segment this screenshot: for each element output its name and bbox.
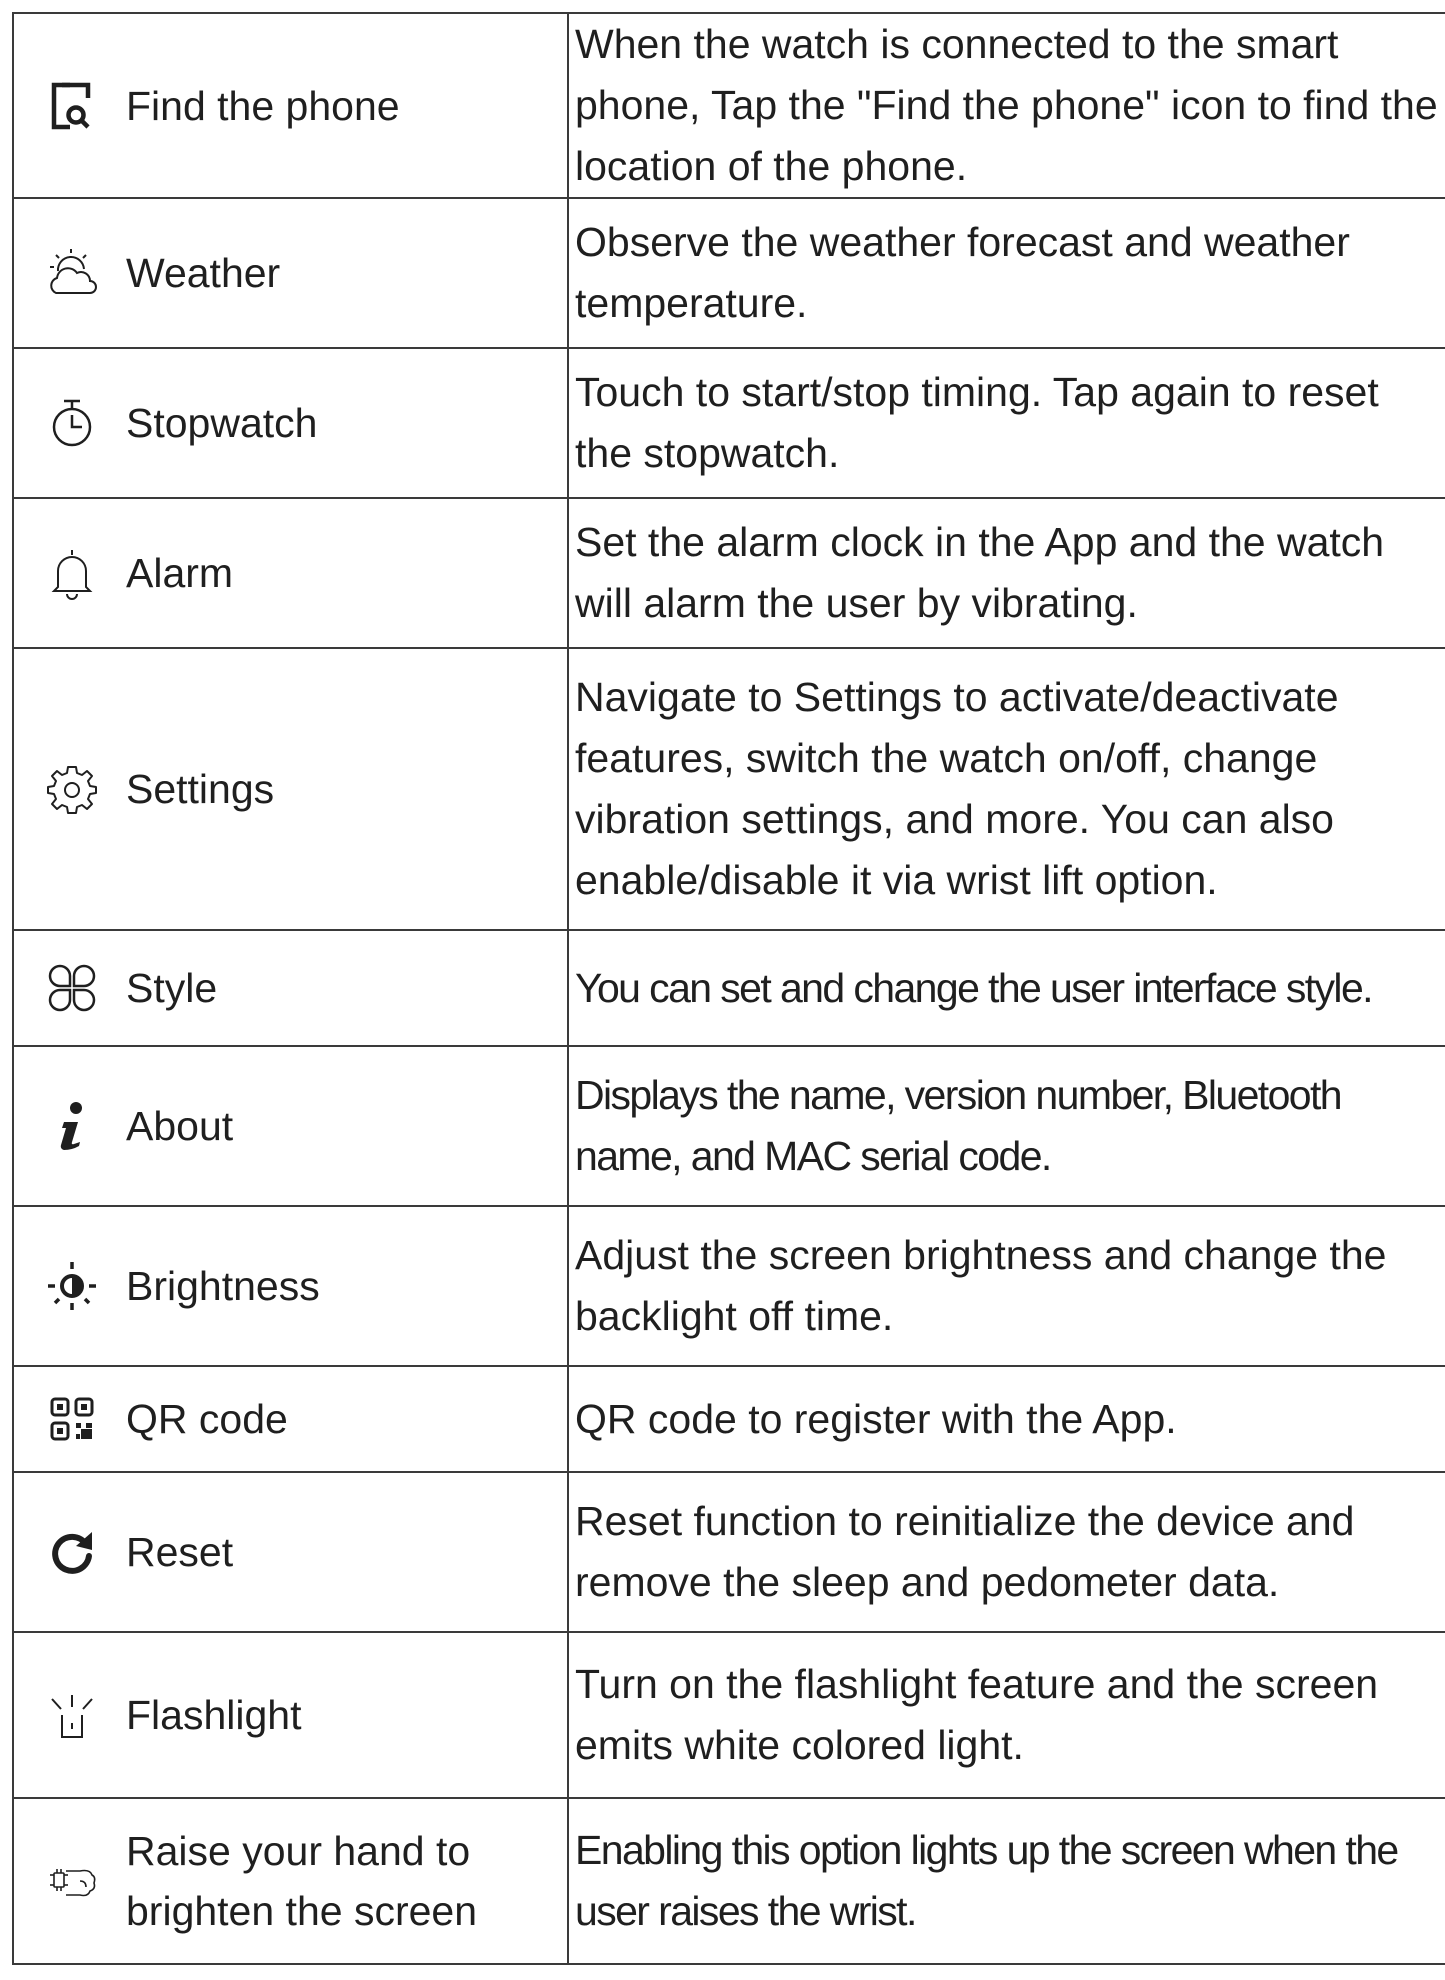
- qr-code-icon: [40, 1387, 104, 1451]
- feature-cell: QR code: [12, 1365, 569, 1473]
- feature-name: Weather: [126, 250, 281, 296]
- feature-description: Turn on the flashlight feature and the s…: [575, 1661, 1379, 1768]
- table-row: Brightness Adjust the screen brightness …: [12, 1205, 1445, 1367]
- feature-name: Flashlight: [126, 1692, 302, 1738]
- table-row: Style You can set and change the user in…: [12, 929, 1445, 1047]
- table-row: About Displays the name, version number,…: [12, 1045, 1445, 1207]
- feature-description: Reset function to reinitialize the devic…: [575, 1498, 1355, 1605]
- info-icon: [40, 1094, 104, 1158]
- feature-name: Reset: [126, 1529, 234, 1575]
- table-row: Stopwatch Touch to start/stop timing. Ta…: [12, 347, 1445, 499]
- feature-description-cell: Turn on the flashlight feature and the s…: [567, 1631, 1445, 1799]
- feature-cell: Flashlight: [12, 1631, 569, 1799]
- feature-cell: Weather: [12, 197, 569, 349]
- table-row: Flashlight Turn on the flashlight featur…: [12, 1631, 1445, 1799]
- bell-icon: [40, 541, 104, 605]
- table-row: Weather Observe the weather forecast and…: [12, 197, 1445, 349]
- feature-name: QR code: [126, 1396, 288, 1442]
- feature-cell: Reset: [12, 1471, 569, 1633]
- feature-name: Find the phone: [126, 82, 400, 129]
- table-row: Find the phone When the watch is connect…: [12, 12, 1445, 199]
- feature-description: Displays the name, version number, Bluet…: [575, 1072, 1343, 1179]
- table-row: Settings Navigate to Settings to activat…: [12, 647, 1445, 931]
- feature-description-cell: Touch to start/stop timing. Tap again to…: [567, 347, 1445, 499]
- feature-description: QR code to register with the App.: [575, 1395, 1177, 1442]
- feature-name: Settings: [126, 766, 275, 812]
- feature-name: Raise your hand to brighten the screen: [126, 1828, 478, 1934]
- feature-description: Set the alarm clock in the App and the w…: [575, 519, 1385, 626]
- feature-cell: About: [12, 1045, 569, 1207]
- feature-cell: Raise your hand to brighten the screen: [12, 1797, 569, 1965]
- feature-name: Alarm: [126, 550, 234, 596]
- feature-description: Touch to start/stop timing. Tap again to…: [575, 369, 1379, 476]
- feature-description-cell: Observe the weather forecast and weather…: [567, 197, 1445, 349]
- stopwatch-icon: [40, 391, 104, 455]
- feature-name: Stopwatch: [126, 400, 318, 446]
- gear-icon: [40, 757, 104, 821]
- feature-name: Brightness: [126, 1263, 320, 1309]
- flashlight-icon: [40, 1683, 104, 1747]
- feature-description-cell: Navigate to Settings to activate/deactiv…: [567, 647, 1445, 931]
- brightness-icon: [40, 1254, 104, 1318]
- feature-description-cell: QR code to register with the App.: [567, 1365, 1445, 1473]
- table-row: Alarm Set the alarm clock in the App and…: [12, 497, 1445, 649]
- features-table: Find the phone When the watch is connect…: [12, 12, 1445, 1965]
- feature-cell: Find the phone: [12, 12, 569, 199]
- weather-icon: [40, 241, 104, 305]
- feature-cell: Stopwatch: [12, 347, 569, 499]
- feature-description: Observe the weather forecast and weather…: [575, 219, 1350, 326]
- feature-description-cell: You can set and change the user interfac…: [567, 929, 1445, 1047]
- feature-description-cell: Set the alarm clock in the App and the w…: [567, 497, 1445, 649]
- raise-hand-icon: [40, 1849, 104, 1913]
- feature-description-cell: Adjust the screen brightness and change …: [567, 1205, 1445, 1367]
- style-icon: [40, 956, 104, 1020]
- table-row: Raise your hand to brighten the screen E…: [12, 1797, 1445, 1965]
- feature-cell: Settings: [12, 647, 569, 931]
- table-row: Reset Reset function to reinitialize the…: [12, 1471, 1445, 1633]
- feature-description: When the watch is connected to the smart…: [575, 21, 1438, 189]
- reset-icon: [40, 1520, 104, 1584]
- feature-name: Style: [126, 965, 218, 1011]
- feature-description: You can set and change the user interfac…: [575, 964, 1374, 1011]
- table-row: QR code QR code to register with the App…: [12, 1365, 1445, 1473]
- feature-description-cell: When the watch is connected to the smart…: [567, 12, 1445, 199]
- feature-description: Adjust the screen brightness and change …: [575, 1232, 1387, 1339]
- feature-description-cell: Enabling this option lights up the scree…: [567, 1797, 1445, 1965]
- feature-description: Enabling this option lights up the scree…: [575, 1827, 1399, 1934]
- feature-name: About: [126, 1103, 234, 1149]
- feature-cell: Brightness: [12, 1205, 569, 1367]
- find-phone-icon: [40, 74, 104, 138]
- feature-description: Navigate to Settings to activate/deactiv…: [575, 674, 1339, 903]
- feature-cell: Style: [12, 929, 569, 1047]
- feature-description-cell: Displays the name, version number, Bluet…: [567, 1045, 1445, 1207]
- feature-description-cell: Reset function to reinitialize the devic…: [567, 1471, 1445, 1633]
- feature-cell: Alarm: [12, 497, 569, 649]
